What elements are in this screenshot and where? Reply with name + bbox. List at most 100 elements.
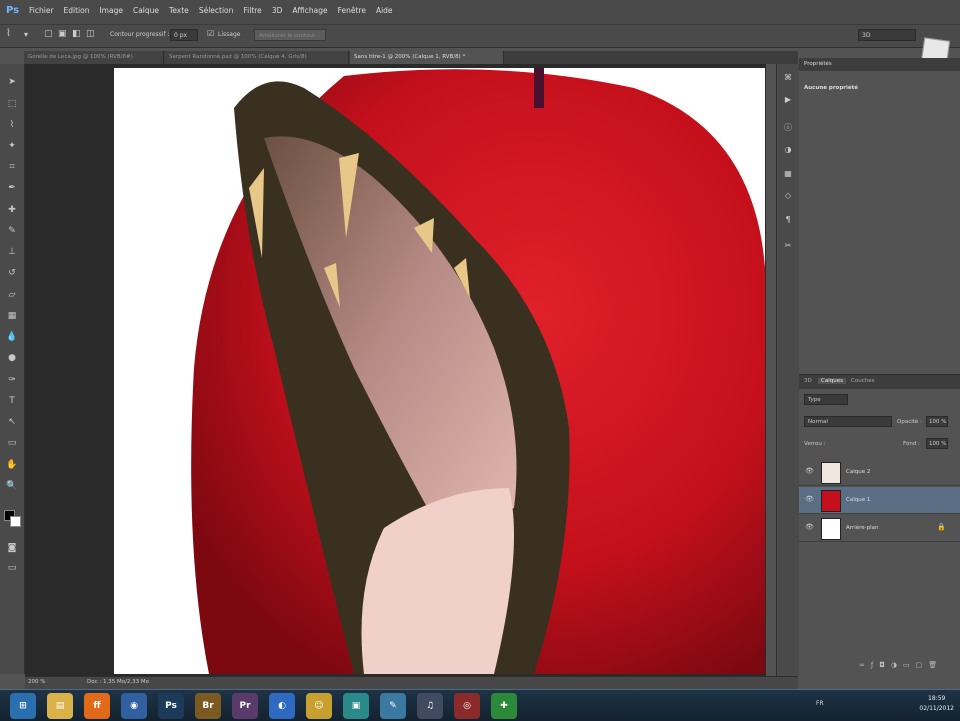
quick-mask-icon[interactable]: ◙ (6, 542, 18, 554)
styles-panel-icon[interactable]: ◇ (782, 190, 794, 202)
layer-thumbnail (821, 462, 841, 484)
clock-date: 02/11/2012 (919, 705, 954, 712)
document-canvas[interactable] (114, 68, 765, 674)
info-panel-icon[interactable]: ⓘ (782, 122, 794, 134)
marquee-tool-icon[interactable]: ⬚ (6, 98, 18, 110)
fill-input[interactable]: 100 % (926, 438, 948, 449)
zoom-tool-icon[interactable]: 🔍 (6, 480, 18, 492)
eyedropper-tool-icon[interactable]: ✒ (6, 182, 18, 194)
brush-tool-icon[interactable]: ✎ (6, 225, 18, 237)
taskbar-media-icon[interactable]: ◐ (269, 693, 295, 719)
properties-title[interactable]: Propriétés (804, 61, 832, 67)
folder-icon[interactable]: ▭ (903, 661, 910, 671)
zoom-level[interactable]: 200 % (28, 679, 45, 685)
refine-edge-button[interactable]: Améliorer le contour... (254, 29, 326, 41)
lissage-checkbox[interactable]: ☑ (207, 29, 214, 38)
fx-icon[interactable]: ƒ (871, 661, 873, 671)
layer-row-calque-2[interactable]: 👁 Calque 2 (799, 459, 960, 486)
menu-item-image[interactable]: Image (99, 6, 123, 15)
tab-gorelle[interactable]: Gorelle de Leca.jpg @ 100% (RVB/8#) (24, 51, 164, 64)
visibility-eye-icon[interactable]: 👁 (805, 495, 814, 503)
gradient-tool-icon[interactable]: ▦ (6, 310, 18, 322)
taskbar-app-red-icon[interactable]: ◎ (454, 693, 480, 719)
taskbar-explorer-icon[interactable]: ▤ (47, 693, 73, 719)
layer-filter-select[interactable]: Type (804, 394, 848, 405)
history-brush-icon[interactable]: ↺ (6, 267, 18, 279)
menu-item-sélection[interactable]: Sélection (199, 6, 234, 15)
actions-panel-icon[interactable]: ▶ (782, 94, 794, 106)
menu-item-calque[interactable]: Calque (133, 6, 159, 15)
lasso-tool-icon[interactable]: ⌇ (6, 119, 18, 131)
visibility-eye-icon[interactable]: 👁 (805, 523, 814, 531)
shape-tool-icon[interactable]: ▭ (6, 437, 18, 449)
opacity-input[interactable]: 100 % (926, 416, 948, 427)
clock[interactable]: 18:59 02/11/2012 (919, 694, 954, 714)
taskbar-app-yellow-icon[interactable]: ☺ (306, 693, 332, 719)
taskbar-app-mic-icon[interactable]: ♫ (417, 693, 443, 719)
tab-calques[interactable]: Calques (818, 378, 846, 384)
language-indicator[interactable]: FR (816, 700, 824, 707)
workspace-select[interactable]: 3D (858, 29, 916, 41)
eraser-tool-icon[interactable]: ▱ (6, 289, 18, 301)
tab-3d[interactable]: 3D (804, 378, 812, 384)
history-panel-icon[interactable]: ⌘ (782, 72, 794, 84)
menu-item-texte[interactable]: Texte (169, 6, 189, 15)
crop-tool-icon[interactable]: ⌗ (6, 161, 18, 173)
adjustment-icon[interactable]: ◑ (891, 661, 897, 671)
layer-row-calque-1[interactable]: 👁 Calque 1 (799, 487, 960, 514)
tab-serpent[interactable]: Serpent Randonné.psd @ 100% (Calque 4, G… (165, 51, 349, 64)
type-tool-icon[interactable]: T (6, 395, 18, 407)
lock-label: Verrou : (804, 441, 826, 447)
menu-item-3d[interactable]: 3D (272, 6, 283, 15)
pen-tool-icon[interactable]: ✑ (6, 374, 18, 386)
doc-size: Doc : 1,35 Mo/2,33 Mo (87, 679, 150, 685)
swatches-panel-icon[interactable]: ▦ (782, 168, 794, 180)
quick-select-tool-icon[interactable]: ✦ (6, 140, 18, 152)
properties-empty: Aucune propriété (804, 85, 858, 91)
taskbar-app-green-icon[interactable]: ✚ (491, 693, 517, 719)
menu-item-fenêtre[interactable]: Fenêtre (338, 6, 366, 15)
intersect-selection-icon[interactable]: ◫ (86, 29, 95, 39)
visibility-eye-icon[interactable]: 👁 (805, 467, 814, 475)
tab-sans-titre[interactable]: Sans titre-1 @ 200% (Calque 1, RVB/8) * (350, 51, 504, 64)
new-selection-icon[interactable]: ▢ (44, 29, 53, 39)
layer-row-arriere-plan[interactable]: 👁 Arrière-plan 🔒 (799, 515, 960, 542)
stamp-tool-icon[interactable]: ⊥ (6, 246, 18, 258)
hand-tool-icon[interactable]: ✋ (6, 459, 18, 471)
layer-name: Arrière-plan (846, 525, 879, 531)
link-icon[interactable]: ∞ (859, 661, 865, 671)
contour-input[interactable]: 0 px (170, 29, 198, 41)
taskbar-bridge-icon[interactable]: Br (195, 693, 221, 719)
menu-item-filtre[interactable]: Filtre (243, 6, 261, 15)
dodge-tool-icon[interactable]: ● (6, 352, 18, 364)
path-select-tool-icon[interactable]: ↖ (6, 416, 18, 428)
paragraph-panel-icon[interactable]: ¶ (782, 214, 794, 226)
new-layer-icon[interactable]: ▢ (916, 661, 923, 671)
move-tool-icon[interactable]: ➤ (6, 76, 18, 88)
menu-item-edition[interactable]: Edition (64, 6, 90, 15)
menu-item-aide[interactable]: Aide (376, 6, 393, 15)
menu-item-fichier[interactable]: Fichier (29, 6, 54, 15)
add-selection-icon[interactable]: ▣ (58, 29, 67, 39)
dropdown-chevron-icon[interactable]: ▾ (24, 30, 28, 39)
adjustments-panel-icon[interactable]: ◑ (782, 144, 794, 156)
blend-mode-select[interactable]: Normal (804, 416, 892, 427)
tool-presets-icon[interactable]: ✂ (782, 240, 794, 252)
taskbar-windows-start-icon[interactable]: ⊞ (10, 693, 36, 719)
tab-couches[interactable]: Couches (851, 378, 874, 384)
menu-item-affichage[interactable]: Affichage (292, 6, 327, 15)
lasso-tool-icon[interactable]: ⌇ (6, 28, 11, 39)
taskbar-premiere-icon[interactable]: Pr (232, 693, 258, 719)
taskbar-photoshop-icon[interactable]: Ps (158, 693, 184, 719)
background-color-swatch[interactable] (10, 516, 21, 527)
taskbar-firefox-icon[interactable]: ff (84, 693, 110, 719)
taskbar-app-teal-icon[interactable]: ▣ (343, 693, 369, 719)
subtract-selection-icon[interactable]: ◧ (72, 29, 81, 39)
taskbar-app-feather-icon[interactable]: ✎ (380, 693, 406, 719)
blur-tool-icon[interactable]: 💧 (6, 331, 18, 343)
trash-icon[interactable]: 🗑 (928, 661, 937, 671)
mask-icon[interactable]: ◘ (879, 661, 885, 671)
healing-tool-icon[interactable]: ✚ (6, 204, 18, 216)
taskbar-app-blue-icon[interactable]: ◉ (121, 693, 147, 719)
screen-mode-icon[interactable]: ▭ (6, 562, 18, 574)
